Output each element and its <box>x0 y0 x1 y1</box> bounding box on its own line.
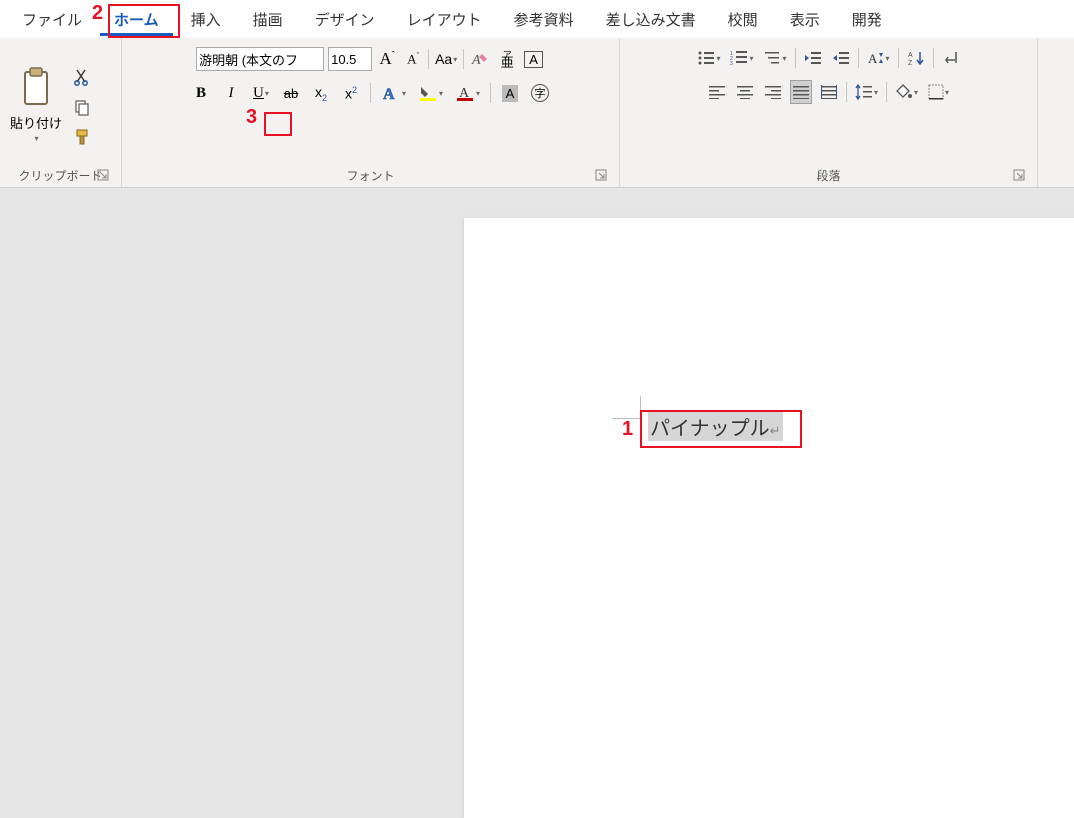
paragraph-mark-icon: ↵ <box>770 423 781 438</box>
document-area: パイナップル↵ <box>0 188 1074 507</box>
numbering-button[interactable]: 123▾ <box>728 46 755 70</box>
tab-developer[interactable]: 開発 <box>838 3 896 36</box>
cut-button[interactable] <box>70 65 94 89</box>
svg-text:1: 1 <box>730 51 733 57</box>
text-effects-button[interactable]: A▾ <box>379 81 408 105</box>
highlight-button[interactable]: ▾ <box>416 81 445 105</box>
paste-button[interactable]: 貼り付け ▾ <box>8 64 64 145</box>
clipboard-icon <box>19 66 53 111</box>
increase-indent-button[interactable] <box>830 46 852 70</box>
character-border-button[interactable]: A <box>522 47 545 71</box>
group-paragraph: ▾ 123▾ ▾ A▾ AZ ▾ <box>620 38 1038 187</box>
grow-font-button[interactable]: Aˆ <box>376 47 398 71</box>
tab-layout[interactable]: レイアウト <box>393 3 496 36</box>
superscript-button[interactable]: x2 <box>340 81 362 105</box>
tab-references[interactable]: 参考資料 <box>500 3 588 36</box>
shrink-font-button[interactable]: Aˇ <box>402 47 424 71</box>
distribute-button[interactable] <box>818 80 840 104</box>
cursor-ruler-mark <box>640 396 641 418</box>
align-center-button[interactable] <box>734 80 756 104</box>
tab-file[interactable]: ファイル <box>8 3 96 36</box>
svg-text:2: 2 <box>730 56 733 62</box>
font-color-button[interactable]: A▾ <box>453 81 482 105</box>
tab-view[interactable]: 表示 <box>776 3 834 36</box>
clear-formatting-button[interactable]: A <box>468 47 492 71</box>
phonetic-guide-button[interactable]: ア亜 <box>496 47 518 71</box>
group-clipboard: 貼り付け ▾ クリップボード <box>0 38 122 187</box>
bullets-button[interactable]: ▾ <box>695 46 722 70</box>
bold-button[interactable]: B <box>190 81 212 105</box>
multilevel-list-button[interactable]: ▾ <box>762 46 789 70</box>
group-font: Aˆ Aˇ Aa▾ A ア亜 A B I U▾ ab x2 x2 <box>122 38 620 187</box>
copy-button[interactable] <box>70 95 94 119</box>
underline-button[interactable]: U▾ <box>250 81 272 105</box>
svg-text:A: A <box>868 51 878 66</box>
format-painter-button[interactable] <box>70 125 94 149</box>
character-shading-button[interactable]: A <box>499 81 521 105</box>
document-page[interactable] <box>464 218 1074 818</box>
ribbon: 貼り付け ▾ クリップボード <box>0 38 1074 188</box>
paragraph-dialog-launcher[interactable] <box>1013 169 1027 183</box>
group-overflow <box>1038 38 1074 187</box>
tab-design[interactable]: デザイン <box>301 3 389 36</box>
svg-text:3: 3 <box>730 61 733 66</box>
group-label-paragraph: 段落 <box>816 165 840 186</box>
strikethrough-button[interactable]: ab <box>280 81 302 105</box>
show-marks-button[interactable] <box>940 46 962 70</box>
tab-review[interactable]: 校閲 <box>714 3 772 36</box>
sort-button[interactable]: AZ <box>905 46 927 70</box>
svg-text:A: A <box>908 52 913 59</box>
borders-button[interactable]: ▾ <box>926 80 951 104</box>
chevron-down-icon: ▾ <box>35 134 39 143</box>
justify-button[interactable] <box>790 80 812 104</box>
font-dialog-launcher[interactable] <box>595 169 609 183</box>
shading-button[interactable]: ▾ <box>893 80 920 104</box>
change-case-button[interactable]: Aa▾ <box>433 47 459 71</box>
ribbon-tabs: ファイル ホーム 挿入 描画 デザイン レイアウト 参考資料 差し込み文書 校閲… <box>0 0 1074 38</box>
italic-button[interactable]: I <box>220 81 242 105</box>
group-label-font: フォント <box>346 165 394 186</box>
line-spacing-button[interactable]: ▾ <box>853 80 880 104</box>
paste-label: 貼り付け <box>10 113 62 132</box>
subscript-button[interactable]: x2 <box>310 81 332 105</box>
align-left-button[interactable] <box>706 80 728 104</box>
tab-home[interactable]: ホーム <box>100 3 173 36</box>
clipboard-dialog-launcher[interactable] <box>97 169 111 183</box>
font-name-combo[interactable] <box>196 47 324 71</box>
svg-text:A: A <box>383 86 395 102</box>
cursor-ruler-mark-h <box>612 418 640 419</box>
tab-draw[interactable]: 描画 <box>239 3 297 36</box>
tab-insert[interactable]: 挿入 <box>177 3 235 36</box>
asian-layout-button[interactable]: A▾ <box>865 46 892 70</box>
selected-text[interactable]: パイナップル↵ <box>648 412 783 441</box>
svg-text:A: A <box>471 53 481 68</box>
group-label-clipboard: クリップボード <box>18 165 102 186</box>
tab-mailings[interactable]: 差し込み文書 <box>592 3 710 36</box>
svg-text:A: A <box>459 86 470 101</box>
decrease-indent-button[interactable] <box>802 46 824 70</box>
align-right-button[interactable] <box>762 80 784 104</box>
enclose-characters-button[interactable]: 字 <box>529 81 551 105</box>
document-text: パイナップル <box>650 418 770 440</box>
font-size-combo[interactable] <box>328 47 372 71</box>
svg-text:Z: Z <box>908 60 913 66</box>
